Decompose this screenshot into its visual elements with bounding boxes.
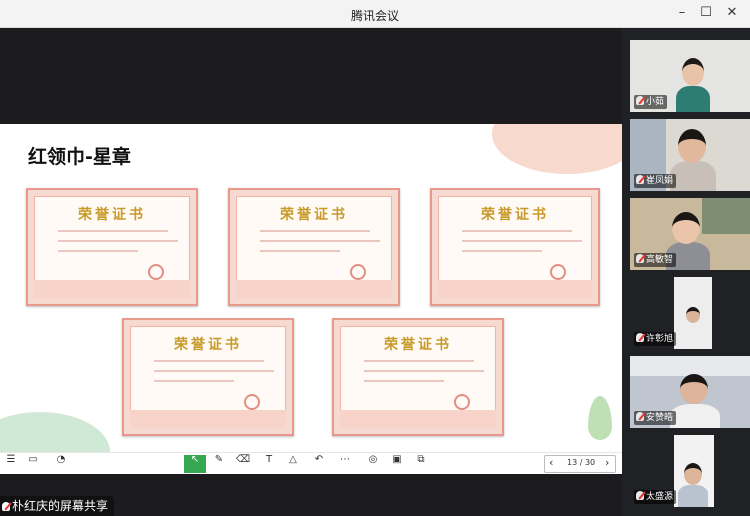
eraser-tool-icon[interactable]: ⌫ (232, 455, 254, 473)
text-tool-icon[interactable]: T (258, 455, 280, 473)
participant-name-tag: 太盛源 (634, 490, 677, 504)
annotation-toolbar: ☰ ▭ ◔ ↖ ✎ ⌫ T △ ↶ ⋯ ◎ ▣ ⧉ ‹ 13 / 30 › (0, 452, 622, 474)
pen-tool-icon[interactable]: ✎ (208, 455, 230, 473)
page-navigator: ‹ 13 / 30 › (544, 455, 616, 473)
pointer-icon[interactable]: ◎ (362, 455, 384, 473)
screen-share-status: 朴红庆的屏幕共享 (0, 496, 115, 516)
mic-muted-icon (636, 491, 644, 500)
certificate-heading: 荣誉证书 (78, 207, 146, 223)
certificate-heading: 荣誉证书 (174, 337, 242, 353)
mic-muted-icon (636, 96, 644, 105)
decorative-shape (492, 124, 622, 174)
screen-share-area: 红领巾-星章 荣誉证书 荣誉证书 荣誉证书 荣誉证书 荣誉证书 ☰ ▭ ◔ ↖ … (0, 28, 622, 516)
seal-icon (350, 264, 366, 280)
share-status-label: 朴红庆的屏幕共享 (12, 499, 109, 513)
seal-icon (454, 394, 470, 410)
slide-title: 红领巾-星章 (28, 146, 131, 168)
select-tool-icon[interactable]: ↖ (184, 455, 206, 473)
undo-icon[interactable]: ↶ (308, 455, 330, 473)
more-icon[interactable]: ⋯ (334, 455, 356, 473)
mic-muted-icon (636, 412, 644, 421)
seal-icon (550, 264, 566, 280)
window-icon[interactable]: ⧉ (410, 455, 432, 473)
next-page-button[interactable]: › (605, 456, 609, 469)
certificate: 荣誉证书 (228, 188, 400, 306)
participant-tile[interactable]: 高敏智 (630, 198, 750, 270)
participant-tile[interactable]: 太盛源 (630, 435, 750, 507)
maximize-button[interactable]: ☐ (696, 4, 716, 22)
screen-icon[interactable]: ▭ (22, 455, 44, 473)
mic-muted-icon (636, 254, 644, 263)
mic-muted-icon (636, 333, 644, 342)
seal-icon (244, 394, 260, 410)
minimize-button[interactable]: – (672, 4, 692, 22)
certificate: 荣誉证书 (430, 188, 600, 306)
close-button[interactable]: ✕ (722, 4, 742, 22)
menu-icon[interactable]: ☰ (0, 455, 22, 473)
certificate: 荣誉证书 (332, 318, 504, 436)
leaf-decoration-icon (588, 396, 612, 440)
seal-icon (148, 264, 164, 280)
participant-name-tag: 小茹 (634, 95, 668, 109)
certificate-heading: 荣誉证书 (384, 337, 452, 353)
participant-name-tag: 安赞皓 (634, 411, 677, 425)
screenshot-icon[interactable]: ▣ (386, 455, 408, 473)
participant-tile[interactable]: 崔凤娟 (630, 119, 750, 191)
certificate-heading: 荣誉证书 (280, 207, 348, 223)
participant-name-tag: 高敏智 (634, 253, 677, 267)
page-indicator: 13 / 30 (567, 458, 596, 467)
decorative-shape (0, 412, 110, 452)
app-title: 腾讯会议 (350, 9, 399, 23)
presentation-slide: 红领巾-星章 荣誉证书 荣誉证书 荣誉证书 荣誉证书 荣誉证书 (0, 124, 622, 452)
prev-page-button[interactable]: ‹ (549, 456, 553, 469)
certificate: 荣誉证书 (26, 188, 198, 306)
participant-tile[interactable]: 安赞皓 (630, 356, 750, 428)
participant-name-tag: 许彰旭 (634, 332, 677, 346)
title-bar: 腾讯会议 – ☐ ✕ (0, 0, 750, 28)
globe-icon[interactable]: ◔ (50, 455, 72, 473)
shape-tool-icon[interactable]: △ (282, 455, 304, 473)
participant-tile[interactable]: 小茹 (630, 40, 750, 112)
participant-tile[interactable]: 许彰旭 (630, 277, 750, 349)
mic-muted-icon (636, 175, 644, 184)
certificate: 荣誉证书 (122, 318, 294, 436)
mic-muted-icon (2, 502, 10, 511)
participant-list: 小茹 崔凤娟 高敏智 许彰旭 安赞皓 太盛源 (622, 28, 750, 516)
participant-name-tag: 崔凤娟 (634, 174, 677, 188)
certificate-heading: 荣誉证书 (481, 207, 549, 223)
